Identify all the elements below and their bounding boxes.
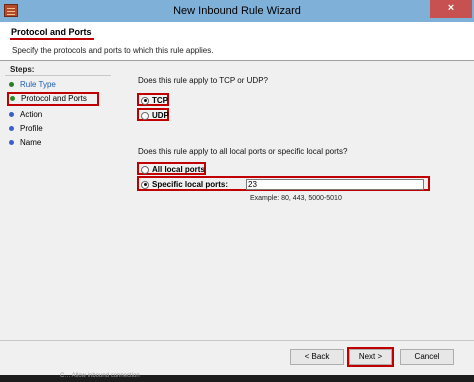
- udp-label: UDP: [152, 111, 169, 120]
- step-name[interactable]: Name: [8, 137, 100, 149]
- ports-question: Does this rule apply to all local ports …: [138, 147, 348, 156]
- step-label: Name: [20, 138, 42, 147]
- step-label: Rule Type: [20, 80, 56, 89]
- step-label: Protocol and Ports: [21, 94, 87, 103]
- step-action[interactable]: Action: [8, 109, 100, 121]
- page-title: Protocol and Ports: [10, 27, 94, 40]
- specific-ports-option[interactable]: Specific local ports: 23: [137, 176, 430, 191]
- specific-ports-label: Specific local ports:: [152, 180, 229, 189]
- step-protocol-and-ports[interactable]: Protocol and Ports: [7, 92, 99, 106]
- udp-radio[interactable]: [141, 111, 149, 120]
- specific-ports-radio[interactable]: [141, 180, 149, 189]
- step-profile[interactable]: Profile: [8, 123, 100, 135]
- step-label: Action: [20, 110, 43, 119]
- title-bar: New Inbound Rule Wizard ×: [0, 0, 474, 23]
- steps-divider: [5, 75, 111, 76]
- step-label: Profile: [20, 124, 43, 133]
- page-subtitle: Specify the protocols and ports to which…: [12, 46, 214, 55]
- close-icon: ×: [447, 2, 455, 14]
- taskbar-strip: C… Allow inbound connection: [0, 373, 474, 382]
- protocol-question: Does this rule apply to TCP or UDP?: [138, 76, 268, 85]
- close-button[interactable]: ×: [430, 0, 472, 18]
- step-status-dot: [9, 112, 14, 117]
- step-rule-type[interactable]: Rule Type: [8, 79, 100, 91]
- taskbar-text: C… Allow inbound connection: [60, 373, 140, 379]
- tcp-radio[interactable]: [141, 96, 149, 105]
- ports-example: Example: 80, 443, 5000-5010: [250, 195, 342, 202]
- tcp-option[interactable]: TCP: [137, 93, 169, 106]
- step-status-dot: [9, 82, 14, 87]
- step-status-dot: [10, 96, 15, 101]
- all-ports-label: All local ports: [152, 165, 205, 174]
- window-title: New Inbound Rule Wizard: [173, 5, 301, 17]
- wizard-header: Protocol and Ports Specify the protocols…: [0, 22, 474, 61]
- steps-heading: Steps:: [10, 65, 35, 74]
- ports-input[interactable]: 23: [246, 179, 424, 190]
- all-ports-option[interactable]: All local ports: [137, 162, 206, 175]
- back-button[interactable]: < Back: [290, 349, 344, 365]
- wizard-body: Steps: Rule Type Protocol and Ports Acti…: [0, 61, 474, 382]
- step-status-dot: [9, 140, 14, 145]
- footer-divider: [0, 340, 474, 341]
- all-ports-radio[interactable]: [141, 165, 149, 174]
- cancel-button[interactable]: Cancel: [400, 349, 454, 365]
- step-status-dot: [9, 126, 14, 131]
- udp-option[interactable]: UDP: [137, 108, 169, 121]
- next-button[interactable]: Next >: [349, 349, 392, 365]
- tcp-label: TCP: [152, 96, 168, 105]
